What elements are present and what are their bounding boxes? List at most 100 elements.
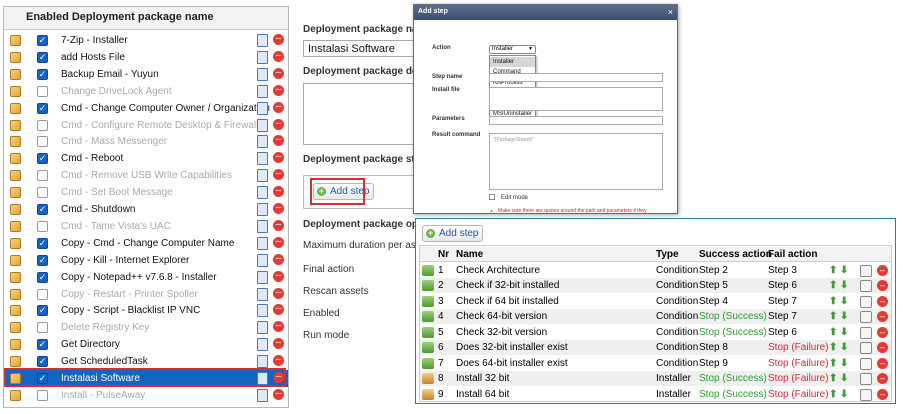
arrow-up-icon[interactable]: ⬆ xyxy=(829,325,837,340)
enabled-checkbox[interactable] xyxy=(37,322,48,334)
arrow-down-icon[interactable]: ⬇ xyxy=(840,340,848,355)
enabled-checkbox[interactable] xyxy=(37,85,48,97)
delete-icon[interactable]: – xyxy=(273,34,284,45)
arrow-up-icon[interactable]: ⬆ xyxy=(829,356,837,371)
action-option[interactable]: Installer xyxy=(490,57,535,67)
step-row[interactable]: 8 Install 32 bit Installer Stop (Success) St… xyxy=(420,370,891,386)
enabled-checkbox[interactable]: ✓ xyxy=(37,153,48,165)
enabled-checkbox[interactable]: ✓ xyxy=(37,305,48,317)
copy-icon[interactable] xyxy=(257,169,268,183)
copy-icon[interactable] xyxy=(257,135,268,149)
arrow-up-icon[interactable]: ⬆ xyxy=(829,309,837,324)
delete-icon[interactable]: – xyxy=(273,50,284,62)
copy-icon[interactable] xyxy=(257,219,268,233)
close-icon[interactable]: × xyxy=(668,7,673,17)
step-row[interactable]: 9 Install 64 bit Installer Stop (Success) St… xyxy=(420,385,891,402)
enabled-checkbox[interactable] xyxy=(37,288,48,300)
delete-icon[interactable]: – xyxy=(273,84,284,96)
package-row[interactable]: Cmd - Set Boot Message – xyxy=(4,184,288,201)
copy-icon[interactable] xyxy=(257,388,268,402)
edit-icon[interactable] xyxy=(860,280,872,292)
enabled-checkbox[interactable]: ✓ xyxy=(37,237,48,249)
delete-icon[interactable]: – xyxy=(273,338,284,350)
delete-icon[interactable]: – xyxy=(273,219,284,231)
copy-icon[interactable] xyxy=(257,50,268,64)
enabled-checkbox[interactable]: ✓ xyxy=(37,51,48,63)
package-row[interactable]: ✓ Copy - Script - Blacklist IP VNC – xyxy=(4,302,288,319)
enabled-checkbox[interactable]: ✓ xyxy=(37,102,48,114)
package-row[interactable]: ✓ Cmd - Shutdown – xyxy=(4,201,288,218)
arrow-down-icon[interactable]: ⬇ xyxy=(840,371,848,386)
package-row[interactable]: ✓ 7-Zip - Installer – xyxy=(4,32,288,49)
delete-icon[interactable]: – xyxy=(273,118,284,130)
enabled-checkbox[interactable] xyxy=(37,119,48,131)
package-row[interactable]: ✓ Cmd - Change Computer Owner / Organizat… xyxy=(4,100,288,117)
delete-icon[interactable]: – xyxy=(273,388,284,400)
delete-icon[interactable]: – xyxy=(273,67,284,79)
delete-icon[interactable]: – xyxy=(877,357,888,369)
enabled-checkbox[interactable] xyxy=(37,220,48,232)
copy-icon[interactable] xyxy=(257,84,268,98)
enabled-checkbox[interactable]: ✓ xyxy=(37,204,48,215)
arrow-down-icon[interactable]: ⬇ xyxy=(840,356,848,371)
copy-icon[interactable] xyxy=(257,203,268,216)
delete-icon[interactable]: – xyxy=(877,295,888,307)
enabled-checkbox[interactable]: ✓ xyxy=(37,35,48,46)
copy-icon[interactable] xyxy=(257,338,268,352)
enabled-checkbox[interactable]: ✓ xyxy=(37,339,48,351)
delete-icon[interactable]: – xyxy=(273,169,284,181)
package-row[interactable]: Copy - Restart - Printer Spoller – xyxy=(4,286,288,303)
copy-icon[interactable] xyxy=(257,236,268,250)
step-row[interactable]: 2 Check if 32-bit installed Condition Step … xyxy=(420,277,891,293)
copy-icon[interactable] xyxy=(257,253,268,267)
arrow-down-icon[interactable]: ⬇ xyxy=(840,387,848,402)
package-row[interactable]: Cmd - Configure Remote Desktop & Firewal… xyxy=(4,117,288,134)
package-row[interactable]: Cmd - Tame Vista's UAC – xyxy=(4,218,288,235)
enabled-checkbox[interactable] xyxy=(37,136,48,148)
copy-icon[interactable] xyxy=(257,186,268,200)
arrow-up-icon[interactable]: ⬆ xyxy=(829,387,837,402)
package-row[interactable]: ✓ Cmd - Reboot – xyxy=(4,150,288,167)
package-row[interactable]: Change DriveLock Agent – xyxy=(4,83,288,100)
steps-add-step-button[interactable]: + Add step xyxy=(422,225,484,242)
arrow-up-icon[interactable]: ⬆ xyxy=(829,278,837,293)
package-row[interactable]: ✓ Backup Email - Yuyun – xyxy=(4,66,288,83)
edit-icon[interactable] xyxy=(860,326,872,339)
package-row[interactable]: ✓ Copy - Kill - Internet Explorer – xyxy=(4,252,288,269)
package-row[interactable]: ✓ Copy - Cmd - Change Computer Name – xyxy=(4,235,288,252)
arrow-down-icon[interactable]: ⬇ xyxy=(840,263,848,278)
copy-icon[interactable] xyxy=(257,321,268,335)
arrow-down-icon[interactable]: ⬇ xyxy=(840,309,848,324)
arrow-down-icon[interactable]: ⬇ xyxy=(840,294,848,309)
enabled-checkbox[interactable]: ✓ xyxy=(37,254,48,266)
action-select[interactable]: Installer ▼ xyxy=(489,45,536,54)
step-row[interactable]: 4 Check 64-bit version Condition Stop (Succ… xyxy=(420,308,891,324)
package-row[interactable]: ✓ Get Directory – xyxy=(4,336,288,353)
enabled-checkbox[interactable] xyxy=(37,170,48,182)
enabled-checkbox[interactable] xyxy=(37,187,48,199)
package-row[interactable]: Install - PulseAway – xyxy=(4,387,288,404)
delete-icon[interactable]: – xyxy=(273,152,284,164)
copy-icon[interactable] xyxy=(257,101,268,115)
delete-icon[interactable]: – xyxy=(273,101,284,113)
copy-icon[interactable] xyxy=(257,67,268,81)
package-row[interactable]: Cmd - Remove USB Write Capabilities – xyxy=(4,167,288,184)
arrow-up-icon[interactable]: ⬆ xyxy=(829,294,837,309)
package-row[interactable]: Cmd - Mass Messenger – xyxy=(4,133,288,150)
copy-icon[interactable] xyxy=(257,304,268,318)
delete-icon[interactable]: – xyxy=(273,355,284,367)
result-command-input[interactable]: "{PackageShare}\" xyxy=(489,133,663,190)
delete-icon[interactable]: – xyxy=(273,270,284,282)
step-name-input[interactable] xyxy=(489,73,663,82)
copy-icon[interactable] xyxy=(257,287,268,301)
delete-icon[interactable]: – xyxy=(273,287,284,299)
edit-icon[interactable] xyxy=(860,264,872,277)
package-row[interactable]: Delete Registry Key – xyxy=(4,319,288,336)
delete-icon[interactable]: – xyxy=(877,326,888,338)
enabled-checkbox[interactable] xyxy=(37,389,48,401)
edit-icon[interactable] xyxy=(860,357,872,370)
package-row[interactable]: ✓ Copy - Notepad++ v7.6.8 - Installer – xyxy=(4,269,288,286)
delete-icon[interactable]: – xyxy=(877,373,888,384)
arrow-up-icon[interactable]: ⬆ xyxy=(829,371,837,386)
delete-icon[interactable]: – xyxy=(877,342,888,353)
